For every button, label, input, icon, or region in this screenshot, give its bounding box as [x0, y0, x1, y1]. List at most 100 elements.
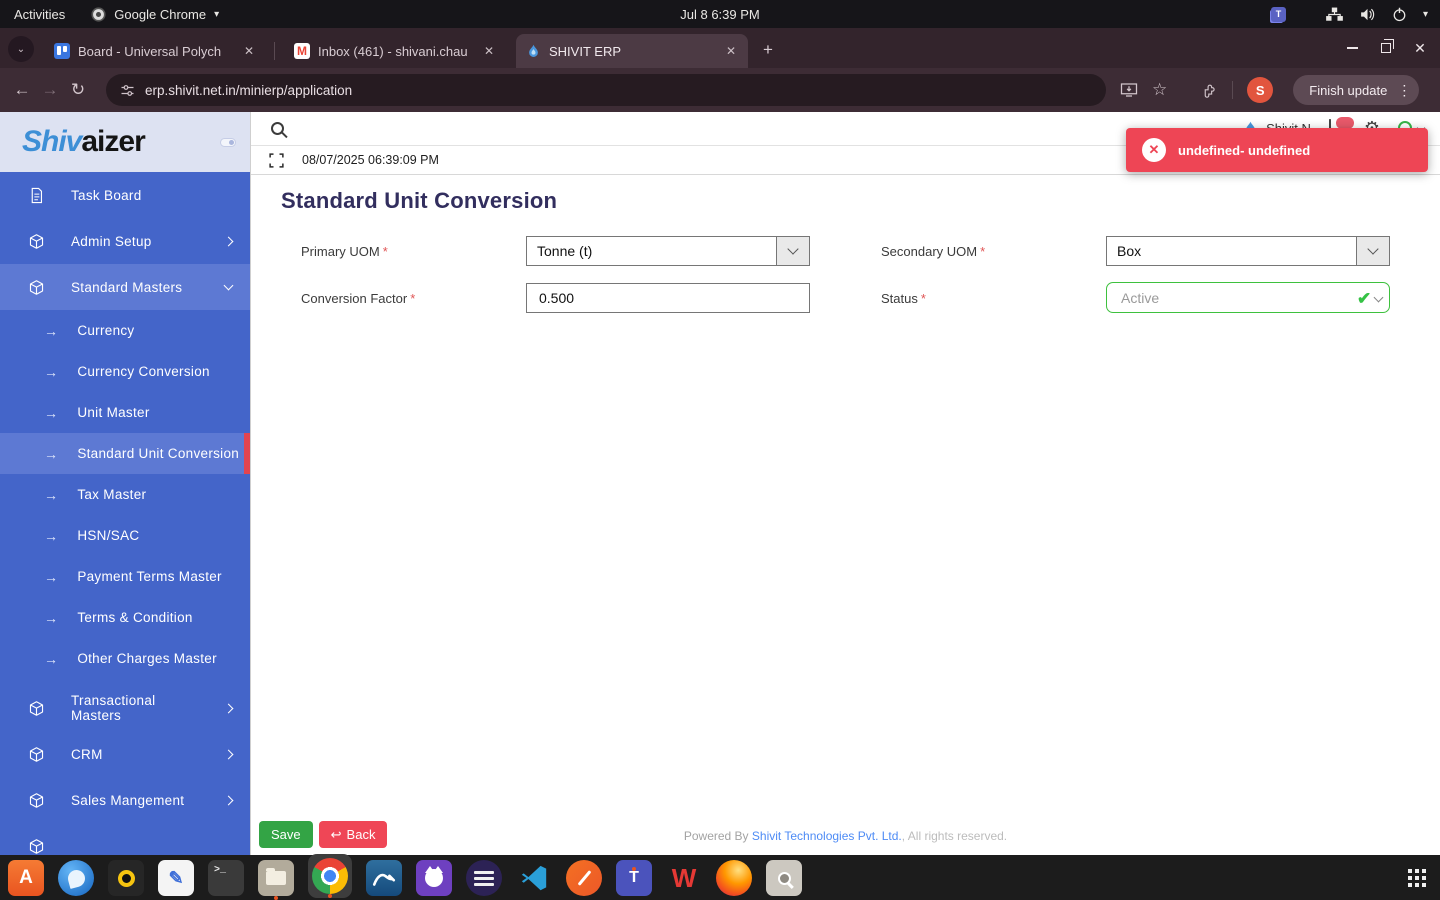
sidebar-item-terms-condition[interactable]: → Terms & Condition [0, 597, 250, 638]
sidebar-item-currency-conversion[interactable]: → Currency Conversion [0, 351, 250, 392]
primary-uom-value: Tonne (t) [537, 243, 593, 259]
sidebar-item-label: Other Charges Master [77, 651, 217, 666]
sidebar-item-label: Standard Unit Conversion [77, 446, 240, 461]
sidebar-item-hsn-sac[interactable]: → HSN/SAC [0, 515, 250, 556]
tab-board[interactable]: Board - Universal Polych ✕ [44, 34, 266, 68]
arrow-right-icon: → [44, 404, 59, 421]
status-input[interactable] [1106, 282, 1390, 313]
arrow-right-icon: → [44, 568, 59, 585]
tab-shivit-erp[interactable]: SHIVIT ERP ✕ [516, 34, 748, 68]
logo: Shiv aizer [0, 112, 250, 172]
eclipse-icon[interactable] [466, 860, 502, 896]
sidebar-item-partial[interactable] [0, 823, 250, 855]
chrome-dock-highlight[interactable] [308, 854, 352, 898]
screenshot-tool-icon[interactable] [766, 860, 802, 896]
chrome-dock-icon[interactable] [312, 858, 348, 894]
minimize-button[interactable] [1342, 38, 1362, 58]
sidebar-item-currency[interactable]: → Currency [0, 310, 250, 351]
sidebar-item-sales-management[interactable]: Sales Mangement [0, 777, 250, 823]
tab-search-button[interactable]: ⌄ [8, 36, 34, 62]
sidebar-menu: Task Board Admin Setup Standard Masters … [0, 172, 250, 855]
sidebar-item-crm[interactable]: CRM [0, 731, 250, 777]
sidebar-item-standard-masters[interactable]: Standard Masters [0, 264, 250, 310]
url-text: erp.shivit.net.in/minierp/application [145, 82, 353, 98]
sidebar-item-unit-master[interactable]: → Unit Master [0, 392, 250, 433]
sidebar-toggle[interactable] [220, 138, 236, 147]
primary-uom-select[interactable]: Tonne (t) [526, 236, 810, 266]
new-tab-button[interactable]: + [756, 38, 780, 62]
error-toast[interactable]: ✕ undefined- undefined [1126, 128, 1428, 172]
mysql-workbench-icon[interactable] [366, 860, 402, 896]
back-button[interactable]: ← [8, 76, 36, 104]
github-desktop-icon[interactable] [416, 860, 452, 896]
sidebar-item-label: CRM [71, 746, 103, 762]
arrow-right-icon: → [44, 445, 59, 462]
secondary-uom-dropdown-button[interactable] [1356, 237, 1389, 265]
cube-icon [29, 233, 44, 249]
extensions-icon[interactable] [1201, 82, 1218, 99]
clock[interactable]: Jul 8 6:39 PM [0, 7, 1440, 22]
tab-close-icon[interactable]: ✕ [482, 44, 496, 58]
sidebar-item-label: Task Board [71, 187, 142, 203]
sidebar-item-other-charges-master[interactable]: → Other Charges Master [0, 638, 250, 679]
browser-menu-icon[interactable]: ⋮ [1397, 82, 1411, 99]
sidebar-item-transactional-masters[interactable]: Transactional Masters [0, 685, 250, 731]
arrow-right-icon: → [44, 650, 59, 667]
teams-tray-icon[interactable]: T [1270, 6, 1286, 22]
close-button[interactable]: ✕ [1410, 38, 1430, 58]
volume-icon[interactable] [1359, 7, 1376, 22]
system-menu-chevron-icon[interactable]: ▾ [1423, 9, 1428, 20]
vscode-icon[interactable] [516, 860, 552, 896]
tab-close-icon[interactable]: ✕ [242, 44, 256, 58]
tab-title: SHIVIT ERP [549, 43, 622, 59]
files-icon[interactable] [258, 860, 294, 900]
forward-button[interactable]: → [36, 76, 64, 104]
arrow-right-icon: → [44, 609, 59, 626]
cube-icon [29, 700, 44, 716]
sidebar-item-admin-setup[interactable]: Admin Setup [0, 218, 250, 264]
status-label: Status * [881, 291, 926, 306]
terminal-icon[interactable]: >_ [208, 860, 244, 896]
sidebar-item-standard-unit-conversion[interactable]: → Standard Unit Conversion [0, 433, 250, 474]
sidebar-item-label: Payment Terms Master [77, 569, 222, 584]
reload-button[interactable]: ↻ [64, 76, 92, 104]
show-applications-icon[interactable] [1408, 869, 1426, 887]
finish-update-label: Finish update [1309, 82, 1388, 98]
power-icon[interactable] [1392, 7, 1407, 22]
footer: Powered By Shivit Technologies Pvt. Ltd.… [251, 829, 1440, 843]
fullscreen-icon[interactable] [269, 152, 284, 168]
tab-close-icon[interactable]: ✕ [724, 44, 738, 58]
secondary-uom-select[interactable]: Box [1106, 236, 1390, 266]
firefox-icon[interactable] [716, 860, 752, 896]
site-settings-icon[interactable] [120, 83, 135, 98]
sidebar-item-task-board[interactable]: Task Board [0, 172, 250, 218]
wps-office-icon[interactable]: W [666, 860, 702, 896]
bookmark-star-icon[interactable]: ☆ [1152, 80, 1167, 100]
sidebar-item-tax-master[interactable]: → Tax Master [0, 474, 250, 515]
conversion-factor-input[interactable] [526, 283, 810, 313]
toast-message: undefined- undefined [1178, 142, 1311, 158]
arrow-right-icon: → [44, 527, 59, 544]
rhythmbox-icon[interactable] [108, 860, 144, 896]
cube-icon [29, 838, 44, 854]
screen: Activities Google Chrome ▾ Jul 8 6:39 PM… [0, 0, 1440, 900]
tab-inbox[interactable]: M Inbox (461) - shivani.chau ✕ [284, 34, 506, 68]
footer-suffix: , All rights reserved. [901, 829, 1008, 843]
arrow-right-icon: → [44, 363, 59, 380]
postman-icon[interactable] [566, 860, 602, 896]
network-icon[interactable] [1326, 7, 1343, 22]
ubuntu-software-icon[interactable]: A [8, 860, 44, 896]
text-editor-icon[interactable]: ✎ [158, 860, 194, 896]
install-icon[interactable] [1120, 82, 1138, 98]
profile-avatar[interactable]: S [1247, 77, 1274, 103]
thunderbird-icon[interactable] [58, 860, 94, 896]
url-bar[interactable]: erp.shivit.net.in/minierp/application [106, 74, 1106, 106]
teams-icon[interactable]: T [616, 860, 652, 896]
chevron-right-icon [223, 236, 234, 246]
footer-company-link[interactable]: Shivit Technologies Pvt. Ltd. [752, 829, 902, 843]
finish-update-button[interactable]: Finish update ⋮ [1293, 75, 1420, 105]
chrome-tab-strip: ⌄ Board - Universal Polych ✕ M Inbox (46… [0, 28, 1440, 68]
sidebar-item-payment-terms-master[interactable]: → Payment Terms Master [0, 556, 250, 597]
restore-button[interactable] [1376, 38, 1396, 58]
primary-uom-dropdown-button[interactable] [776, 237, 809, 265]
